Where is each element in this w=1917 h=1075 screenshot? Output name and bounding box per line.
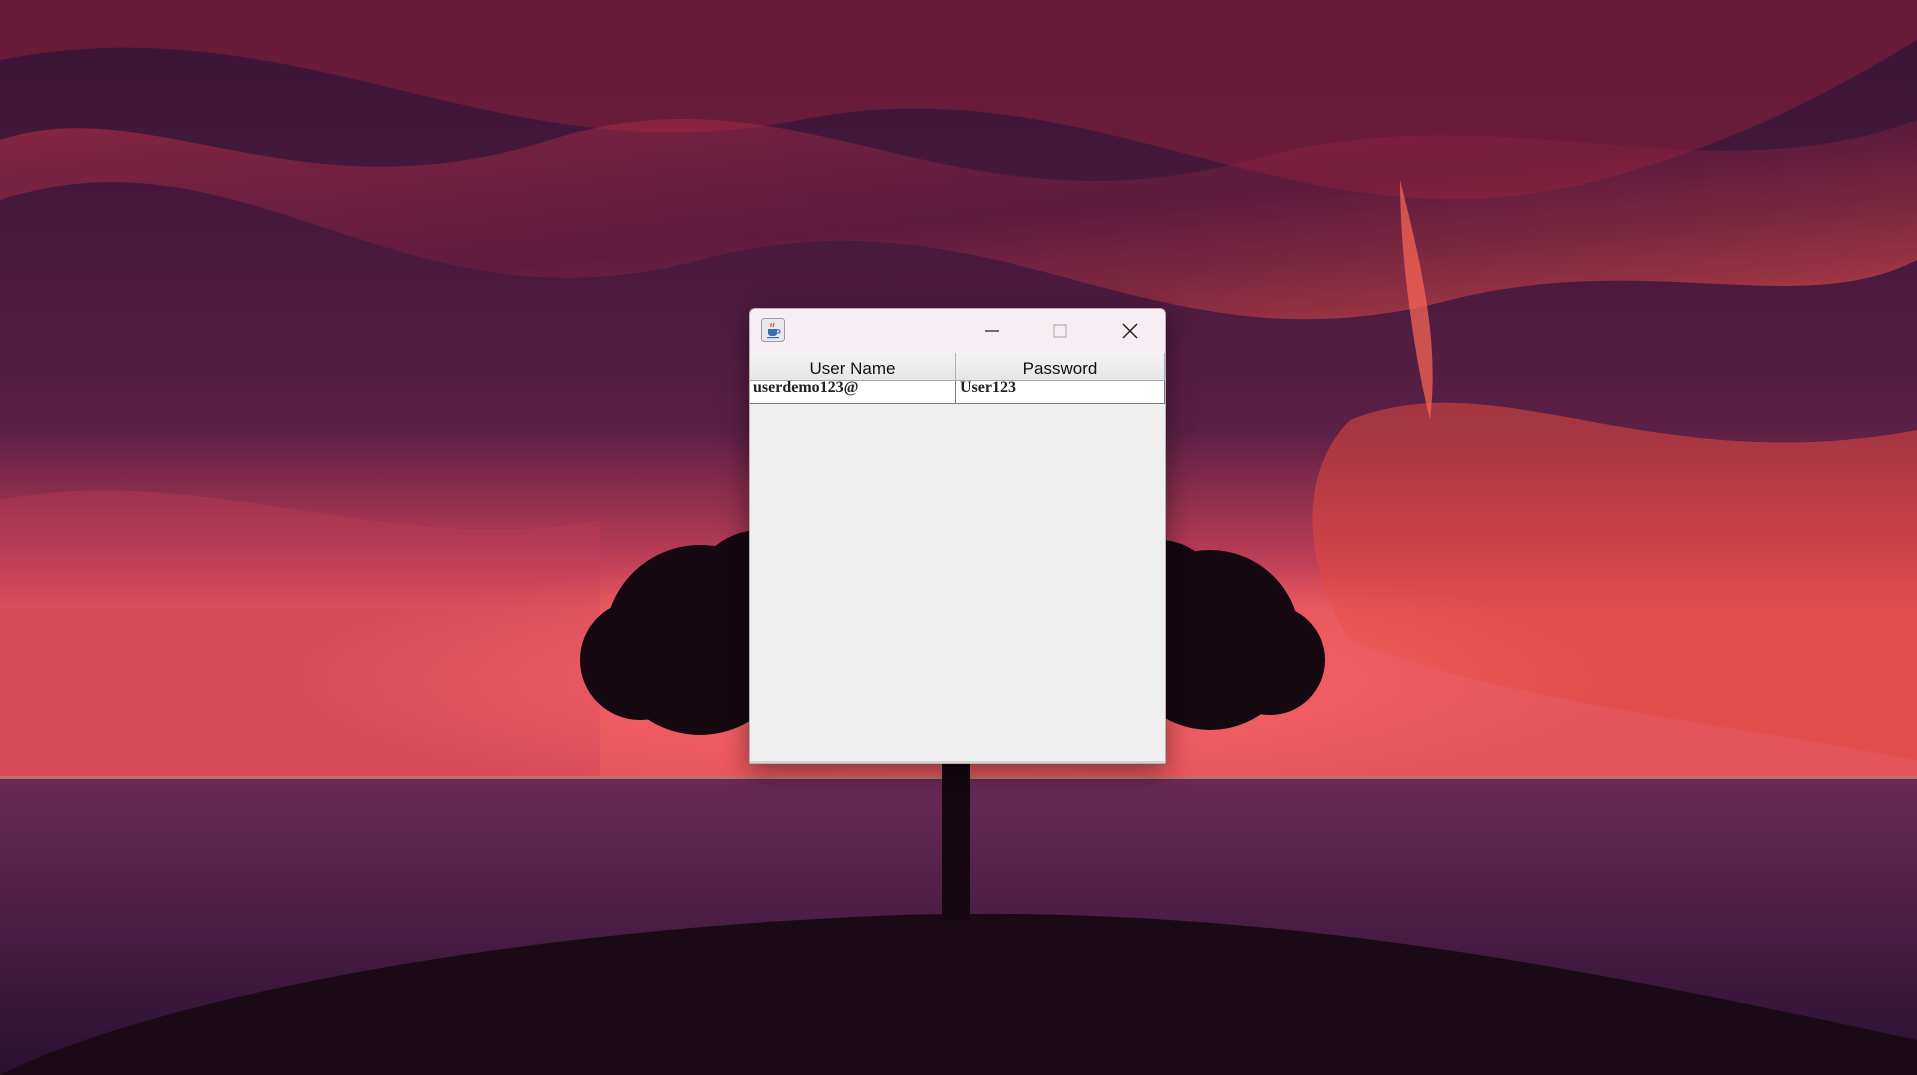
cell-user-name[interactable]: userdemo123@ [750, 381, 956, 403]
column-header-password[interactable]: Password [956, 353, 1165, 380]
user-table[interactable]: User Name Password userdemo123@ User123 [750, 353, 1165, 763]
minimize-button[interactable] [958, 309, 1026, 353]
minimize-icon [985, 330, 999, 332]
close-icon [1122, 323, 1138, 339]
cell-password[interactable]: User123 [956, 381, 1165, 403]
table-header: User Name Password [750, 353, 1165, 381]
title-bar[interactable] [750, 309, 1165, 353]
maximize-icon [1053, 324, 1067, 338]
window-bottom-edge [750, 761, 1165, 763]
column-header-user-name[interactable]: User Name [750, 353, 956, 380]
close-button[interactable] [1096, 309, 1164, 353]
java-coffee-cup-icon[interactable] [761, 318, 785, 342]
maximize-button[interactable] [1026, 309, 1094, 353]
desktop: User Name Password userdemo123@ User123 [0, 0, 1917, 1075]
app-window: User Name Password userdemo123@ User123 [749, 308, 1166, 764]
table-row[interactable]: userdemo123@ User123 [750, 381, 1165, 404]
